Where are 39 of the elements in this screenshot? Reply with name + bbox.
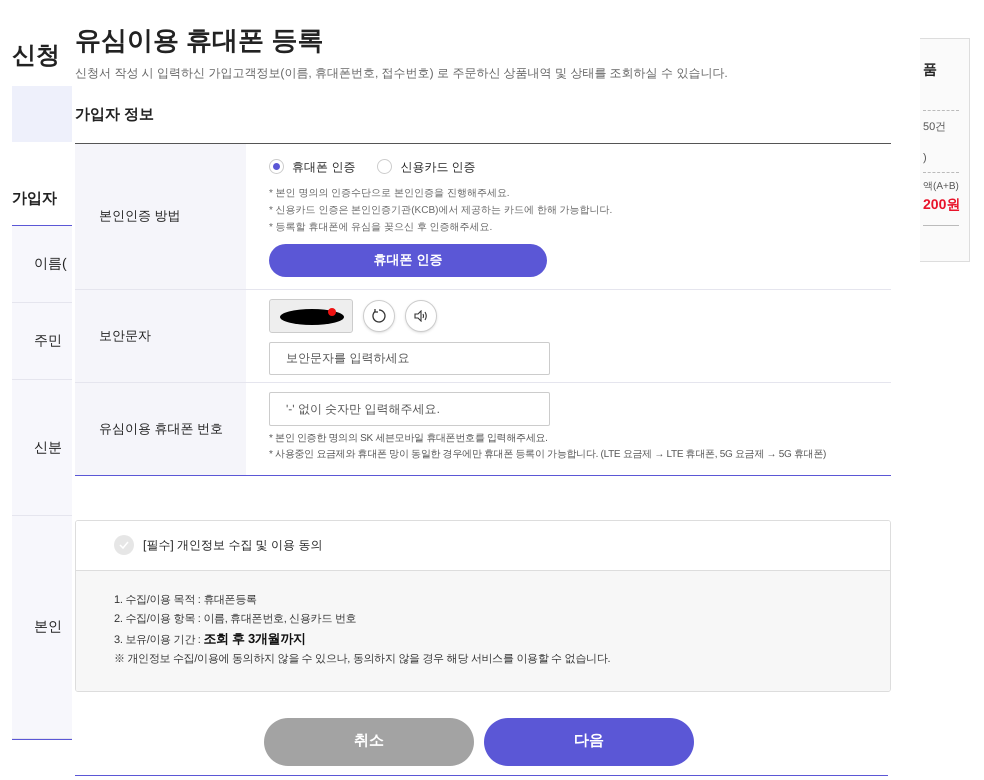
note-text: * 본인 인증한 명의의 SK 세븐모바일 휴대폰번호를 입력해주세요. — [269, 432, 549, 446]
section-title: 가입자 — [12, 189, 57, 209]
total-amount: 200원 — [923, 195, 959, 214]
note-text: * 사용중인 요금제와 휴대폰 망이 동일한 경우에만 휴대폰 등록이 가능합니다. (LTE 요금제 → LTE 휴대폰, 5G 요금제 → 5G 휴대폰) — [269, 448, 828, 462]
phone-field[interactable]: '-' 없이 숫자만 입력해주세요. — [269, 392, 550, 426]
consent-text: 2. 수집/이용 항목 : 이름, 휴대폰번호, 신용카드 번호 — [114, 612, 358, 626]
note-text: * 본인 명의의 인증수단으로 본인인증을 진행해주세요. — [269, 186, 511, 200]
check-icon — [119, 541, 129, 549]
row-label: 신분 — [34, 438, 62, 456]
consent-text: 3. 보유/이용 기간 : 조회 후 3개월까지 — [114, 630, 307, 648]
consent-text: ※ 개인정보 수집/이용에 동의하지 않을 수 있으나, 동의하지 않을 경우 해당 서비스를 이용할 수 없습니다. — [114, 652, 612, 666]
radio-option[interactable]: 휴대폰 인증 — [269, 158, 356, 176]
phone-auth-button[interactable]: 휴대폰 인증 — [269, 244, 547, 276]
refresh-button[interactable] — [363, 300, 395, 332]
total-label: 액(A+B) — [923, 180, 959, 194]
summary-note: ) — [923, 150, 928, 166]
summary-heading: 품 — [923, 60, 938, 79]
field-label: 보안문자 — [99, 326, 151, 345]
field-label: 본인인증 방법 — [99, 207, 181, 226]
consent-text: 1. 수집/이용 목적 : 휴대폰등록 — [114, 592, 258, 608]
page-title: 신청 — [12, 41, 60, 71]
field-label: 유심이용 휴대폰 번호 — [99, 420, 224, 438]
consent-checkbox[interactable] — [114, 535, 134, 555]
refresh-icon — [371, 308, 387, 324]
audio-button[interactable] — [405, 300, 437, 332]
consent-label: [필수] 개인정보 수집 및 이용 동의 — [143, 537, 322, 554]
row-label: 주민 — [34, 331, 62, 350]
note-text: * 신용카드 인증은 본인인증기관(KCB)에서 제공하는 카드에 한해 가능합니다. — [269, 204, 614, 218]
next-button[interactable]: 다음 — [484, 718, 694, 766]
radio-option[interactable]: 신용카드 인증 — [377, 158, 476, 176]
row-label: 이름( — [34, 254, 67, 273]
note-text: * 등록할 휴대폰에 유심을 꽂으신 후 인증해주세요. — [269, 220, 494, 234]
speaker-icon — [414, 310, 428, 322]
row-label: 본인 — [34, 617, 62, 636]
summary-count: 50건 — [923, 120, 948, 135]
section-title: 가입자 정보 — [75, 105, 156, 125]
modal-subtitle: 신청서 작성 시 입력하신 가입고객정보(이름, 휴대폰번호, 접수번호) 로 주문하신 상품내역 및 상태를 조회하실 수 있습니다. — [75, 65, 729, 82]
captcha-field[interactable]: 보안문자를 입력하세요 — [269, 342, 550, 374]
modal-title: 유심이용 휴대폰 등록 — [75, 24, 324, 56]
